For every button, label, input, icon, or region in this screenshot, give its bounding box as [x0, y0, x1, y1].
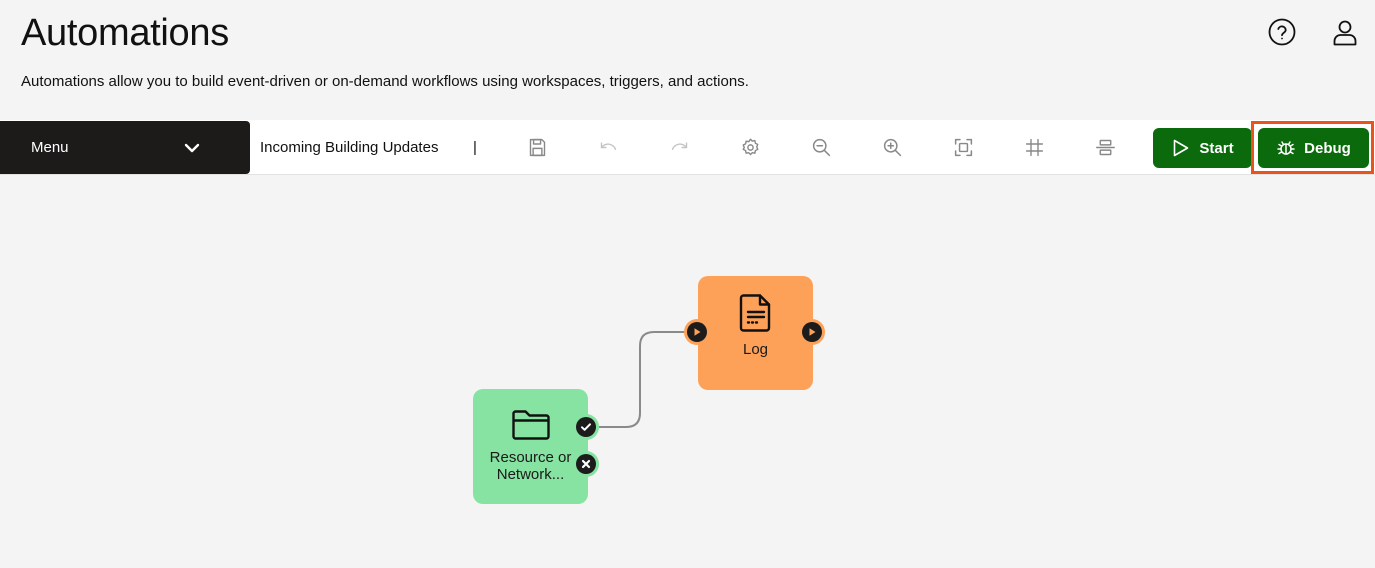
node-label: Log	[742, 341, 769, 358]
play-icon	[694, 328, 701, 336]
play-icon	[809, 328, 816, 336]
x-icon	[581, 459, 591, 469]
log-output-port[interactable]	[799, 319, 825, 345]
folder-icon	[511, 410, 550, 440]
node-label: Resource or Network...	[489, 449, 572, 483]
node-resource-or-network[interactable]: Resource or Network...	[473, 389, 588, 504]
edge-connector	[599, 331, 686, 428]
log-input-port[interactable]	[684, 319, 710, 345]
node-log[interactable]: Log	[698, 276, 813, 390]
document-icon	[739, 294, 770, 332]
check-icon	[581, 423, 591, 431]
success-output-port[interactable]	[573, 414, 599, 440]
failure-output-port[interactable]	[573, 451, 599, 477]
